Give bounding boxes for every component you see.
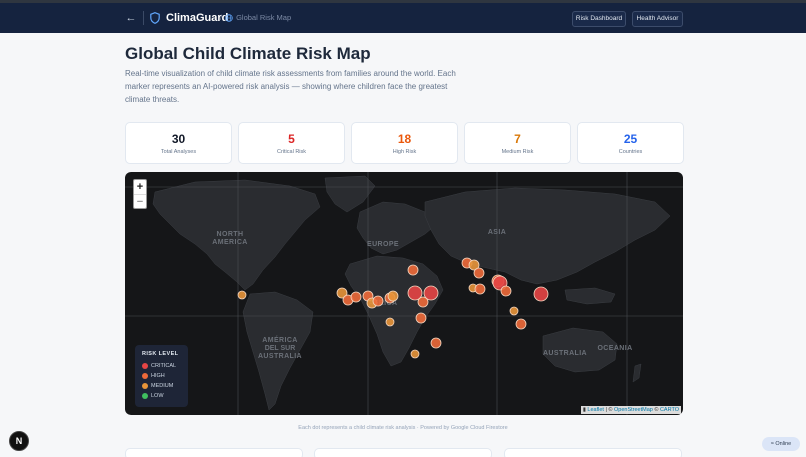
map-label-australia: AUSTRALIA bbox=[543, 350, 587, 357]
wifi-icon: ≈ bbox=[770, 441, 774, 447]
osm-link[interactable]: OpenStreetMap bbox=[614, 407, 653, 413]
stat-card-high-risk: 18 High Risk bbox=[351, 122, 458, 164]
bottom-card bbox=[125, 448, 303, 457]
risk-marker[interactable] bbox=[474, 283, 486, 295]
legend-label: HIGH bbox=[151, 373, 165, 379]
risk-marker[interactable] bbox=[473, 267, 485, 279]
risk-marker[interactable] bbox=[430, 337, 442, 349]
risk-marker[interactable] bbox=[387, 290, 399, 302]
zoom-out-button[interactable]: − bbox=[134, 194, 146, 208]
zoom-control: + − bbox=[133, 179, 147, 209]
stat-card-total-analyses: 30 Total Analyses bbox=[125, 122, 232, 164]
map-label-north: NORTH bbox=[217, 231, 244, 238]
stat-card-medium-risk: 7 Medium Risk bbox=[464, 122, 571, 164]
legend-item-critical: CRITICAL bbox=[142, 361, 181, 371]
status-text: Online bbox=[775, 441, 792, 447]
map-label-oceania: OCEANIA bbox=[597, 345, 632, 352]
legend-label: LOW bbox=[151, 393, 164, 399]
top-navbar: ← ClimaGuard / Global Risk Map Risk Dash… bbox=[0, 3, 806, 33]
risk-marker[interactable] bbox=[533, 286, 549, 302]
map-label-europe: EUROPE bbox=[367, 241, 399, 248]
legend-item-high: HIGH bbox=[142, 371, 181, 381]
status-badge: ≈ Online bbox=[762, 437, 800, 451]
map-label-america: AMERICA bbox=[212, 239, 247, 246]
risk-marker[interactable] bbox=[500, 285, 512, 297]
high-dot-icon bbox=[142, 373, 148, 379]
carto-link[interactable]: CARTO bbox=[660, 407, 679, 413]
stat-value: 18 bbox=[397, 132, 412, 146]
map-label-del-sur: AUSTRALIA bbox=[258, 353, 302, 360]
stat-card-countries: 25 Countries bbox=[577, 122, 684, 164]
risk-marker[interactable] bbox=[509, 306, 519, 316]
low-dot-icon bbox=[142, 393, 148, 399]
legend-label: MEDIUM bbox=[151, 383, 174, 389]
page-subtitle: Real-time visualization of child climate… bbox=[125, 69, 456, 104]
flag-icon: ▮ bbox=[582, 407, 586, 413]
brand-name[interactable]: ClimaGuard bbox=[166, 12, 228, 24]
back-arrow-icon[interactable]: ← bbox=[125, 12, 137, 24]
risk-marker[interactable] bbox=[410, 349, 420, 359]
shield-icon bbox=[150, 12, 160, 24]
stat-value: 5 bbox=[288, 132, 295, 146]
health-advisor-button[interactable]: Health Advisor bbox=[632, 11, 683, 27]
stat-label: Critical Risk bbox=[276, 149, 307, 155]
breadcrumb-separator: / bbox=[220, 13, 223, 22]
map-footnote: Each dot represents a child climate risk… bbox=[298, 425, 508, 431]
critical-dot-icon bbox=[142, 363, 148, 369]
stat-label: Countries bbox=[618, 149, 643, 155]
risk-legend: RISK LEVEL CRITICAL HIGH MEDIUM LOW bbox=[135, 345, 188, 407]
nav-divider bbox=[143, 11, 144, 25]
attribution-sep: © bbox=[652, 407, 660, 413]
risk-marker[interactable] bbox=[423, 285, 439, 301]
page-title: Global Child Climate Risk Map bbox=[125, 44, 371, 63]
zoom-in-button[interactable]: + bbox=[134, 180, 146, 194]
stat-value: 30 bbox=[171, 132, 186, 146]
risk-marker[interactable] bbox=[350, 291, 362, 303]
bottom-card bbox=[314, 448, 492, 457]
breadcrumb-current: Global Risk Map bbox=[236, 13, 292, 22]
risk-marker[interactable] bbox=[385, 317, 395, 327]
map-label-asia: ASIA bbox=[488, 229, 506, 236]
medium-dot-icon bbox=[142, 383, 148, 389]
risk-dashboard-button[interactable]: Risk Dashboard bbox=[572, 11, 626, 27]
globe-icon bbox=[225, 14, 233, 22]
world-risk-map[interactable]: NORTH AMERICA EUROPE AFRICA ASIA AMÉRICA… bbox=[125, 172, 683, 415]
stat-label: Total Analyses bbox=[160, 149, 197, 155]
stat-value: 25 bbox=[623, 132, 638, 146]
map-attribution: ▮ Leaflet | © OpenStreetMap © CARTO bbox=[580, 406, 681, 414]
legend-title: RISK LEVEL bbox=[142, 351, 179, 357]
risk-marker[interactable] bbox=[407, 264, 419, 276]
dev-badge[interactable]: N bbox=[9, 431, 29, 451]
risk-marker[interactable] bbox=[415, 312, 427, 324]
stat-label: High Risk bbox=[392, 149, 417, 155]
risk-marker[interactable] bbox=[237, 290, 247, 300]
stat-card-critical-risk: 5 Critical Risk bbox=[238, 122, 345, 164]
map-label-america-sur: AMÉRICA bbox=[262, 335, 297, 344]
risk-marker[interactable] bbox=[372, 295, 384, 307]
attribution-sep: | © bbox=[603, 407, 614, 413]
stat-value: 7 bbox=[514, 132, 521, 146]
leaflet-link[interactable]: Leaflet bbox=[587, 407, 604, 413]
stat-label: Medium Risk bbox=[501, 149, 534, 155]
legend-item-medium: MEDIUM bbox=[142, 381, 181, 391]
legend-label: CRITICAL bbox=[151, 363, 177, 369]
risk-marker[interactable] bbox=[515, 318, 527, 330]
bottom-card bbox=[504, 448, 682, 457]
map-tiles[interactable]: NORTH AMERICA EUROPE AFRICA ASIA AMÉRICA… bbox=[125, 172, 683, 415]
legend-item-low: LOW bbox=[142, 391, 181, 401]
map-label-america-sur-line2: DEL SUR bbox=[265, 345, 296, 352]
breadcrumb: / Global Risk Map bbox=[220, 13, 291, 23]
